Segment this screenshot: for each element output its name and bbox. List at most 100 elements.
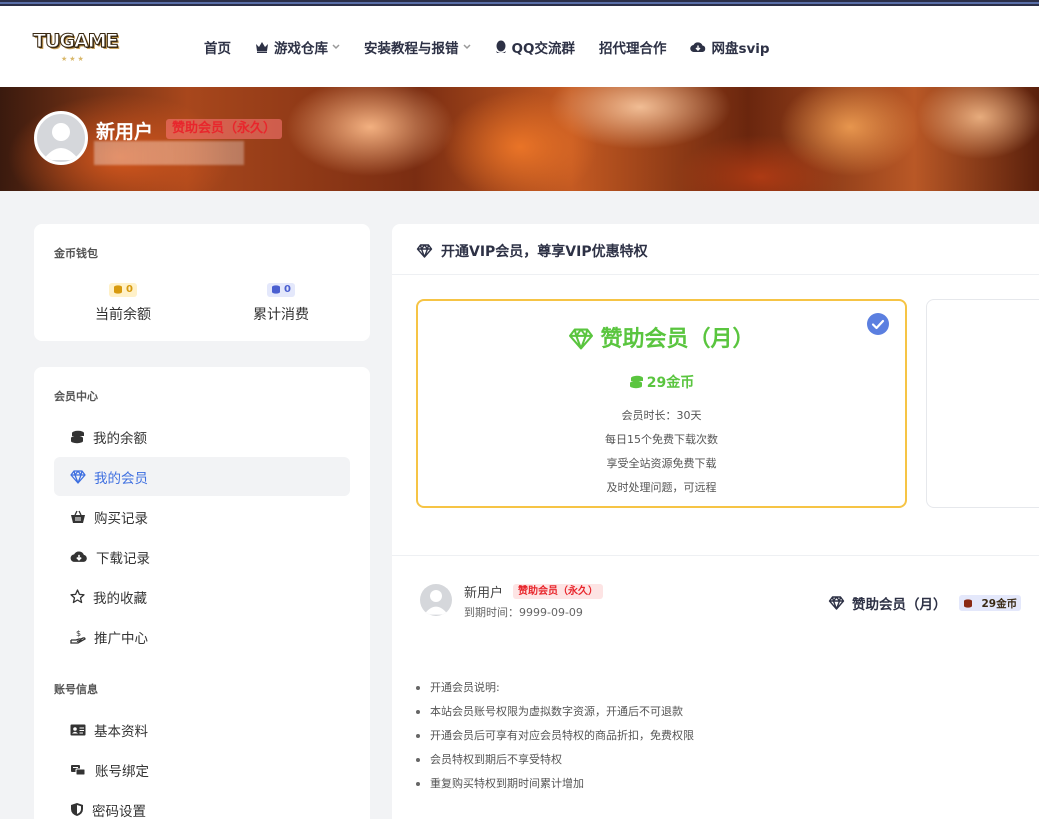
cloud-download-icon bbox=[70, 551, 87, 562]
spent-badge: 0 bbox=[267, 282, 295, 297]
user-icon bbox=[424, 590, 448, 615]
chevron-down-icon bbox=[332, 44, 340, 50]
coins-icon bbox=[629, 375, 643, 389]
menu-section-account: 账号信息 bbox=[54, 683, 98, 696]
shield-icon bbox=[71, 803, 83, 816]
wallet-balance[interactable]: 0 当前余额 bbox=[63, 279, 183, 324]
diamond-icon bbox=[70, 469, 86, 484]
menu-download-records[interactable]: 下载记录 bbox=[54, 537, 350, 576]
menu-favorites-label: 我的收藏 bbox=[93, 590, 147, 607]
crown-icon bbox=[256, 42, 268, 53]
svg-text:$: $ bbox=[76, 629, 81, 638]
spent-label: 累计消费 bbox=[253, 307, 309, 323]
menu-basic-info-label: 基本资料 bbox=[94, 723, 148, 740]
logo-stars: ★★★ bbox=[61, 55, 86, 63]
hand-coin-icon: $ bbox=[70, 629, 86, 644]
cloud-download-icon bbox=[690, 42, 706, 53]
site-header: TUGAME ★★★ 首页 游戏仓库 安装教程与报错 QQ交流群 招代理合作 网… bbox=[0, 6, 1039, 87]
balance-value: 0 bbox=[126, 284, 133, 295]
divider bbox=[392, 555, 1039, 556]
user-menu: 会员中心 我的余额 我的会员 购买记录 下载记录 我的收藏 $ 推广中心 账号信… bbox=[34, 367, 370, 819]
basket-icon bbox=[71, 510, 85, 523]
menu-account-binding-label: 账号绑定 bbox=[95, 763, 149, 780]
nav-install-guide-label: 安装教程与报错 bbox=[364, 41, 459, 57]
menu-my-balance[interactable]: 我的余额 bbox=[54, 417, 350, 456]
chevron-down-icon bbox=[462, 44, 471, 50]
plan-feature: 享受全站资源免费下载 bbox=[606, 457, 717, 470]
summary-vip-badge: 赞助会员（永久） bbox=[513, 584, 603, 599]
redacted-info bbox=[94, 141, 244, 165]
nav-qq-group[interactable]: QQ交流群 bbox=[495, 37, 575, 57]
menu-promotion-label: 推广中心 bbox=[94, 630, 148, 647]
plan-feature: 每日15个免费下载次数 bbox=[605, 433, 718, 446]
balance-badge: 0 bbox=[109, 282, 137, 297]
menu-purchase-records-label: 购买记录 bbox=[94, 510, 148, 527]
menu-password-settings[interactable]: 密码设置 bbox=[54, 790, 350, 819]
summary-price-text: 29金币 bbox=[981, 597, 1018, 610]
wallet-title: 金币钱包 bbox=[54, 247, 98, 260]
link-icon bbox=[71, 764, 86, 775]
coins-icon bbox=[114, 285, 123, 294]
main-nav: 首页 游戏仓库 安装教程与报错 QQ交流群 招代理合作 网盘svip bbox=[204, 37, 794, 57]
menu-purchase-records[interactable]: 购买记录 bbox=[54, 497, 350, 536]
note-item: 本站会员账号权限为虚拟数字资源，开通后不可退款 bbox=[416, 700, 694, 724]
divider bbox=[392, 274, 1039, 275]
plan-price: 29金币 bbox=[418, 372, 905, 392]
nav-netdisk-svip[interactable]: 网盘svip bbox=[690, 37, 770, 57]
menu-account-binding[interactable]: 账号绑定 bbox=[54, 750, 350, 789]
menu-section-member: 会员中心 bbox=[54, 390, 98, 403]
menu-favorites[interactable]: 我的收藏 bbox=[54, 577, 350, 616]
summary-expiry: 到期时间：9999-09-09 bbox=[464, 606, 583, 619]
nav-home[interactable]: 首页 bbox=[204, 37, 231, 57]
diamond-icon bbox=[828, 596, 845, 610]
avatar bbox=[420, 584, 452, 616]
coins-icon bbox=[71, 430, 84, 443]
site-logo[interactable]: TUGAME ★★★ bbox=[33, 30, 120, 64]
menu-my-vip[interactable]: 我的会员 bbox=[54, 457, 350, 496]
plan-features: 会员时长：30天 每日15个免费下载次数 享受全站资源免费下载 及时处理问题，可… bbox=[418, 404, 905, 500]
wallet-spent[interactable]: 0 累计消费 bbox=[221, 279, 341, 324]
menu-password-settings-label: 密码设置 bbox=[92, 803, 146, 819]
vip-panel: 开通VIP会员，尊享VIP优惠特权 赞助会员（月） 29金币 会员时长：30天 … bbox=[392, 224, 1039, 819]
vip-plan-card-next[interactable] bbox=[926, 299, 1039, 508]
nav-qq-group-label: QQ交流群 bbox=[511, 41, 575, 57]
profile-banner bbox=[0, 87, 1039, 191]
note-item: 开通会员后可享有对应会员特权的商品折扣，免费权限 bbox=[416, 724, 694, 748]
qq-icon bbox=[495, 40, 506, 53]
nav-agent[interactable]: 招代理合作 bbox=[599, 37, 667, 57]
plan-feature: 及时处理问题，可远程 bbox=[606, 481, 717, 494]
coins-icon bbox=[963, 598, 972, 608]
diamond-icon bbox=[569, 328, 594, 350]
menu-promotion[interactable]: $ 推广中心 bbox=[54, 617, 350, 656]
profile-vip-badge: 赞助会员（永久） bbox=[166, 119, 283, 139]
summary-price-badge: 29金币 bbox=[958, 595, 1022, 611]
note-item: 会员特权到期后不享受特权 bbox=[416, 748, 694, 772]
logo-text: TUGAME bbox=[33, 30, 120, 53]
plan-title-text: 赞助会员（月） bbox=[600, 327, 755, 352]
vip-heading-text: 开通VIP会员，尊享VIP优惠特权 bbox=[441, 244, 648, 260]
plan-title: 赞助会员（月） bbox=[418, 321, 905, 353]
balance-label: 当前余额 bbox=[95, 307, 151, 323]
nav-game-library-label: 游戏仓库 bbox=[274, 41, 328, 57]
avatar[interactable] bbox=[34, 111, 88, 165]
nav-game-library[interactable]: 游戏仓库 bbox=[255, 37, 340, 57]
nav-netdisk-svip-label: 网盘svip bbox=[711, 41, 770, 57]
menu-my-vip-label: 我的会员 bbox=[94, 470, 148, 487]
menu-download-records-label: 下载记录 bbox=[96, 550, 150, 567]
user-icon bbox=[43, 123, 79, 160]
nav-home-label: 首页 bbox=[204, 41, 231, 57]
vip-notes: 开通会员说明: 本站会员账号权限为虚拟数字资源，开通后不可退款 开通会员后可享有… bbox=[416, 676, 694, 796]
plan-price-text: 29金币 bbox=[646, 375, 695, 391]
vip-plan-card[interactable]: 赞助会员（月） 29金币 会员时长：30天 每日15个免费下载次数 享受全站资源… bbox=[416, 299, 907, 508]
menu-my-balance-label: 我的余额 bbox=[93, 430, 147, 447]
id-card-icon bbox=[70, 724, 86, 735]
coins-icon bbox=[272, 285, 281, 294]
note-item: 重复购买特权到期时间累计增加 bbox=[416, 772, 694, 796]
menu-basic-info[interactable]: 基本资料 bbox=[54, 710, 350, 749]
spent-value: 0 bbox=[284, 284, 291, 295]
summary-plan-name: 赞助会员（月） bbox=[852, 597, 947, 613]
wallet-card: 金币钱包 0 当前余额 0 累计消费 bbox=[34, 224, 370, 341]
diamond-icon bbox=[416, 244, 433, 258]
plan-feature: 会员时长：30天 bbox=[621, 409, 702, 422]
nav-install-guide[interactable]: 安装教程与报错 bbox=[364, 37, 471, 57]
